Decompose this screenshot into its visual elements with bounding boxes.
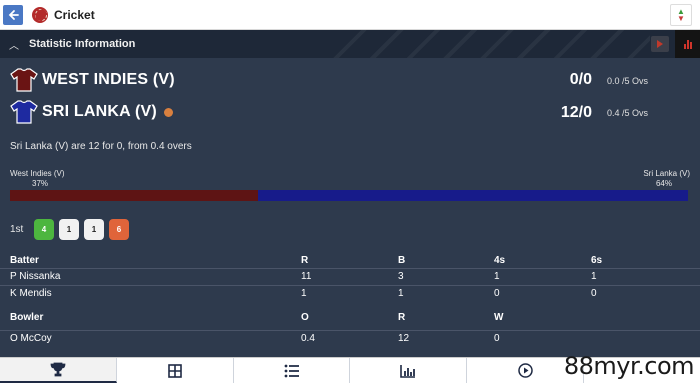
arrow-down-icon: ▼	[677, 14, 685, 23]
batter-name: P Nissanka	[10, 271, 61, 282]
prob-fill-team-b	[258, 190, 688, 201]
match-summary: Sri Lanka (V) are 12 for 0, from 0.4 ove…	[10, 141, 192, 152]
batting-indicator-icon	[163, 107, 173, 117]
ball-chip: 6	[109, 219, 129, 240]
win-probability-bar	[10, 190, 688, 201]
batter-sixes: 0	[591, 288, 597, 299]
prob-label-team-a: West Indies (V)	[10, 169, 65, 178]
shirt-icon	[10, 68, 38, 92]
team-overs: 0.0 /5 Ovs	[607, 76, 649, 86]
ball-chip: 4	[34, 219, 54, 240]
chevron-up-icon[interactable]: ︿	[9, 37, 19, 52]
ball-chip: 1	[59, 219, 79, 240]
bowlers-header: Bowler O R W	[0, 312, 700, 325]
team-score: 12/0	[560, 104, 592, 121]
sort-button[interactable]: ▲ ▼	[670, 4, 692, 26]
play-circle-icon	[517, 363, 533, 378]
statistic-header[interactable]: ︿ Statistic Information	[0, 30, 700, 58]
grid-icon	[167, 363, 182, 378]
nav-trophy[interactable]	[0, 358, 117, 383]
chart-icon	[400, 364, 416, 378]
col-header: Bowler	[10, 312, 44, 323]
video-button[interactable]	[651, 36, 669, 52]
batter-balls: 1	[398, 288, 404, 299]
stats-chart-button[interactable]	[675, 30, 700, 58]
team-score: 0/0	[569, 71, 592, 88]
col-header: O	[301, 312, 309, 323]
batter-fours: 1	[494, 271, 500, 282]
batter-balls: 3	[398, 271, 404, 282]
col-header: R	[398, 312, 406, 323]
batter-fours: 0	[494, 288, 500, 299]
nav-chart[interactable]	[350, 358, 468, 383]
col-header: Batter	[10, 255, 39, 266]
app-title: Cricket	[54, 7, 95, 22]
team-row-sri-lanka: SRI LANKA (V)	[10, 100, 173, 124]
team-overs: 0.4 /5 Ovs	[607, 108, 649, 118]
batter-runs: 1	[301, 288, 307, 299]
table-row: K Mendis 1 1 0 0	[0, 285, 700, 300]
batter-name: K Mendis	[10, 288, 52, 299]
batter-sixes: 1	[591, 271, 597, 282]
section-title: Statistic Information	[29, 38, 136, 50]
prob-pct-team-b: 64%	[655, 179, 672, 188]
back-button[interactable]	[3, 4, 23, 25]
prob-label-team-b: Sri Lanka (V)	[643, 169, 690, 178]
shirt-icon	[10, 100, 38, 124]
batters-header: Batter R B 4s 6s	[0, 255, 700, 268]
bowler-wickets: 0	[494, 333, 500, 344]
list-icon	[284, 364, 299, 377]
prob-pct-team-a: 37%	[32, 179, 49, 188]
col-header: 6s	[591, 255, 603, 266]
bowler-runs: 12	[398, 333, 410, 344]
team-name: WEST INDIES (V)	[42, 71, 175, 88]
arrow-left-icon	[8, 9, 19, 20]
table-row: O McCoy 0.4 12 0	[0, 330, 700, 345]
col-header: 4s	[494, 255, 506, 266]
prob-fill-team-a	[10, 190, 259, 201]
col-header: B	[398, 255, 406, 266]
nav-list[interactable]	[234, 358, 351, 383]
watermark: 88myr.com	[563, 352, 695, 380]
over-label: 1st	[10, 224, 24, 235]
team-row-west-indies: WEST INDIES (V)	[10, 68, 175, 92]
play-icon	[657, 40, 663, 48]
bowler-name: O McCoy	[10, 333, 52, 344]
trophy-icon	[50, 362, 66, 377]
ball-chip: 1	[84, 219, 104, 240]
bowler-overs: 0.4	[301, 333, 315, 344]
col-header: R	[301, 255, 309, 266]
over-balls: 4 1 1 6	[34, 219, 129, 240]
team-name: SRI LANKA (V)	[42, 103, 157, 120]
cricket-ball-icon	[32, 6, 48, 23]
table-row: P Nissanka 11 3 1 1	[0, 268, 700, 283]
top-bar: Cricket ▲ ▼	[0, 0, 700, 30]
col-header: W	[494, 312, 504, 323]
batter-runs: 11	[301, 271, 312, 282]
nav-grid[interactable]	[117, 358, 234, 383]
